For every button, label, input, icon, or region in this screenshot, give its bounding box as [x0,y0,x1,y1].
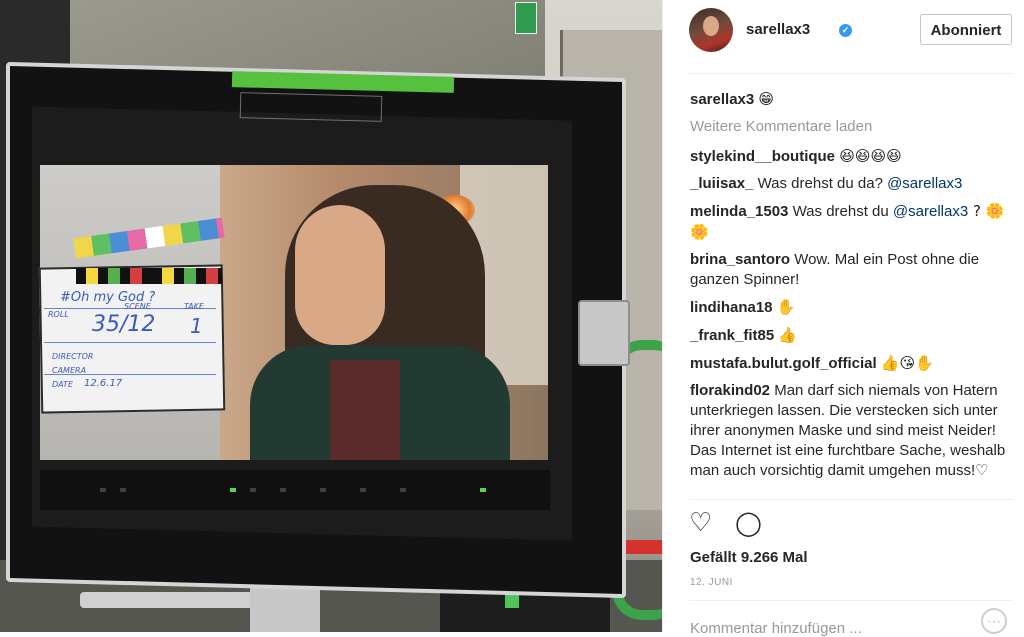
monitor-control-strip [40,470,550,510]
slate-take-label: TAKE [184,302,204,311]
post-sidebar: sarellax3 ✓ Abonniert sarellax3 😁 Weiter… [662,0,1024,637]
input-divider [689,600,1013,601]
comment-item: stylekind__boutique 😆😆😆😆 [690,146,1014,167]
monitor-led [230,488,236,492]
slate-rule [44,342,216,343]
monitor-handle [578,300,630,366]
clapper-stick-lower [76,268,222,284]
comment-username[interactable]: brina_santoro [690,251,790,268]
comment-text: 😆😆😆😆 [839,147,902,165]
avatar-face [703,16,719,36]
comment-username[interactable]: mustafa.bulut.golf_official [690,355,877,372]
caption: sarellax3 😁 [690,89,1014,110]
comments-list: sarellax3 😁 Weitere Kommentare laden sty… [690,89,1014,488]
slate-camera-label: CAMERA [52,366,87,375]
post-date[interactable]: 12. JUNI [690,577,733,588]
slate-take-value: 1 [190,314,203,338]
post-header: sarellax3 ✓ Abonniert [689,8,1013,66]
likes-count[interactable]: Gefällt 9.266 Mal [690,549,808,566]
load-more-comments-link[interactable]: Weitere Kommentare laden [690,117,1014,137]
monitor-button [280,488,286,492]
comment-item: brina_santoro Wow. Mal ein Post ohne die… [690,250,1014,290]
comment-text: 👍 [778,326,798,344]
monitor-button [320,488,326,492]
comment-text: ✋ [776,298,796,316]
heart-icon[interactable]: ♡ [689,508,712,538]
comment-item: lindihana18 ✋ [690,297,1014,318]
comment-username[interactable]: _luiisax_ [690,175,753,192]
slate-director-label: DIRECTOR [52,352,94,361]
comment-item: _luiisax_ Was drehst du da? @sarellax3 [690,174,1014,194]
screen-actress-top [330,360,400,460]
post-actions: ♡ ◯ [689,508,1013,542]
slate-scene-value: 35/12 [92,312,156,337]
header-username[interactable]: sarellax3 [746,21,810,38]
slate-roll-label: ROLL [48,310,69,319]
comment-mention-link[interactable]: @sarellax3 [887,175,962,192]
film-slate [38,264,226,414]
monitor-button [100,488,106,492]
tripod-arm [80,592,260,608]
actions-divider [689,499,1013,500]
comment-bubble-icon[interactable]: ◯ [735,508,762,538]
post-photo[interactable]: #Oh my God ? ROLL SCENE TAKE 35/12 1 DIR… [0,0,662,632]
verified-badge-icon: ✓ [839,24,852,37]
monitor-led [480,488,486,492]
caption-text: 😁 [758,90,775,108]
tape-note [239,92,383,122]
comment-text: 👍😘✋ [880,354,934,372]
comment-item: florakind02 Man darf sich niemals von Ha… [690,381,1014,481]
comment-username[interactable]: _frank_fit85 [690,327,774,344]
comment-text: Was drehst du da? [757,175,888,192]
comment-item: melinda_1503 Was drehst du @sarellax3 ? … [690,201,1014,243]
monitor-button [400,488,406,492]
more-options-icon[interactable]: ⋯ [981,608,1007,634]
comment-item: _frank_fit85 👍 [690,325,1014,346]
comment-username[interactable]: florakind02 [690,382,770,399]
monitor-button [360,488,366,492]
comment-username[interactable]: stylekind__boutique [690,148,835,165]
monitor-button [120,488,126,492]
comment-text: Was drehst du [792,203,893,220]
avatar[interactable] [689,8,733,52]
comment-input[interactable]: Kommentar hinzufügen ... [690,620,862,637]
comment-username[interactable]: melinda_1503 [690,203,788,220]
slate-date-label: DATE [52,380,73,389]
comment-mention-link[interactable]: @sarellax3 [893,203,968,220]
follow-button[interactable]: Abonniert [920,14,1012,45]
comment-username[interactable]: lindihana18 [690,299,773,316]
slate-scene-label: SCENE [124,302,151,311]
exit-sign [515,2,537,34]
caption-username[interactable]: sarellax3 [690,91,754,108]
slate-date-value: 12.6.17 [84,378,123,389]
header-divider [689,73,1013,74]
comment-item: mustafa.bulut.golf_official 👍😘✋ [690,353,1014,374]
screen-actress-face [295,205,385,345]
monitor-button [250,488,256,492]
